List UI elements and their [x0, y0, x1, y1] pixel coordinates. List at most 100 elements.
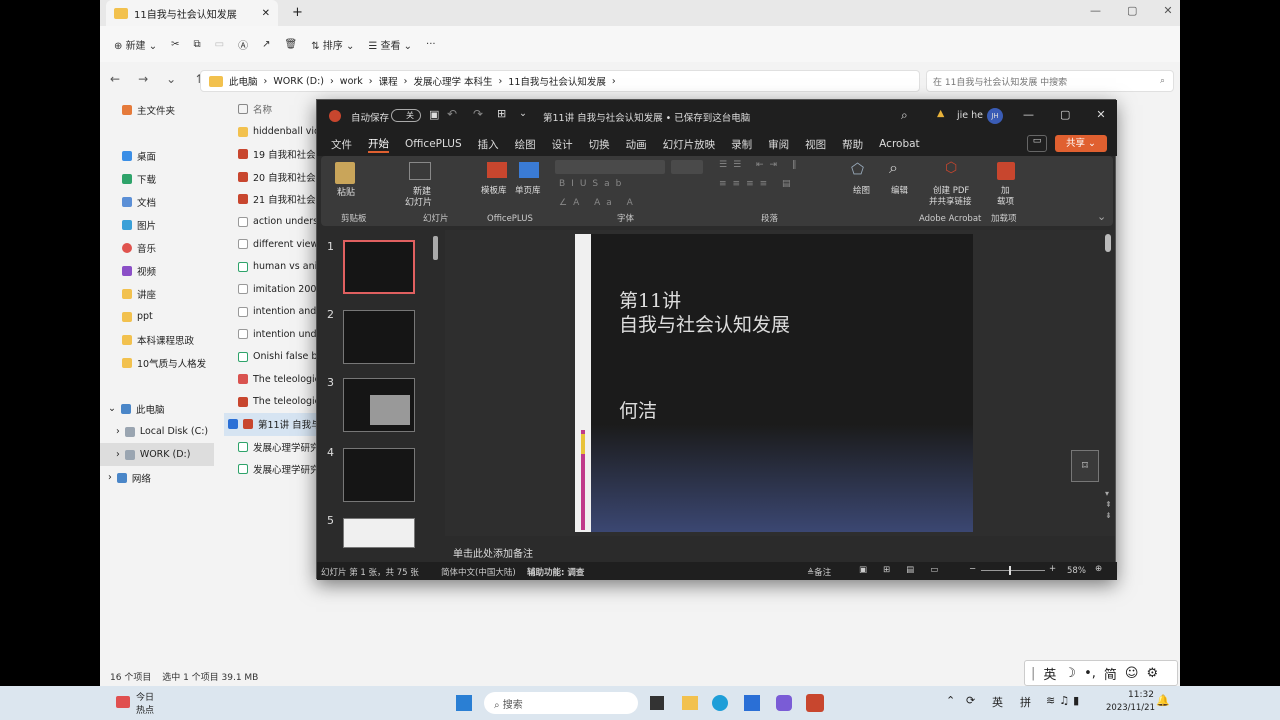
- current-slide[interactable]: 第11讲 自我与社会认知发展 何洁: [575, 234, 973, 532]
- drag-handle[interactable]: |: [1031, 666, 1035, 681]
- tab-transitions[interactable]: 切换: [589, 137, 610, 152]
- zoom-out-icon[interactable]: −: [969, 564, 976, 574]
- nav-temperament[interactable]: 10气质与人格发: [100, 351, 214, 374]
- minimize-icon[interactable]: —: [1023, 108, 1034, 121]
- slide-thumbnail-3[interactable]: [343, 378, 415, 432]
- new-tab-button[interactable]: +: [292, 5, 303, 20]
- create-pdf-icon[interactable]: ⬡: [945, 160, 957, 176]
- list-item[interactable]: different views: [224, 233, 320, 256]
- zoom-level[interactable]: 58%: [1067, 566, 1086, 576]
- document-title[interactable]: 第11讲 自我与社会认知发展 • 已保存到这台电脑: [543, 110, 750, 124]
- font-size-select[interactable]: [671, 160, 703, 174]
- slide-title-line1[interactable]: 第11讲: [619, 286, 681, 313]
- avatar[interactable]: JH: [987, 108, 1003, 124]
- address-bar[interactable]: 此电脑 › WORK (D:) › work › 课程 › 发展心理学 本科生 › 11自…: [200, 70, 920, 92]
- list-item[interactable]: intention and s: [224, 301, 320, 324]
- normal-view-icon[interactable]: ▣: [859, 565, 867, 575]
- list-item[interactable]: The teleologica: [224, 391, 320, 414]
- autosave-toggle[interactable]: 关: [391, 109, 421, 122]
- back-icon[interactable]: ←: [110, 72, 120, 86]
- edit-label[interactable]: 编辑: [891, 184, 908, 196]
- news-label-2[interactable]: 热点: [136, 703, 154, 716]
- store-icon[interactable]: [744, 695, 760, 711]
- search-icon[interactable]: ⌕: [901, 108, 908, 123]
- list-item[interactable]: 发展心理学研究: [224, 436, 320, 459]
- system-tray-icons[interactable]: ≋♫▮: [1046, 694, 1083, 707]
- list-item[interactable]: Onishi false bel: [224, 346, 320, 369]
- tab-help[interactable]: 帮助: [842, 137, 863, 152]
- close-icon[interactable]: ✕: [1096, 108, 1105, 121]
- font-format-buttons[interactable]: BIUSab: [559, 179, 627, 189]
- explorer-tab[interactable]: 11自我与社会认知发展 ✕: [106, 0, 278, 26]
- tab-view[interactable]: 视图: [805, 137, 826, 152]
- accessibility-status[interactable]: 辅助功能: 调查: [527, 566, 584, 578]
- nav-pictures[interactable]: 图片: [100, 213, 214, 236]
- tab-acrobat[interactable]: Acrobat: [879, 138, 920, 150]
- slideshow-icon[interactable]: ▭: [930, 565, 938, 575]
- nav-this-pc[interactable]: ⌄ 此电脑: [100, 397, 214, 420]
- user-name[interactable]: jie he: [957, 110, 983, 121]
- collapse-ribbon-icon[interactable]: ⌄: [1097, 210, 1106, 223]
- slide-title-line2[interactable]: 自我与社会认知发展: [619, 310, 790, 337]
- reading-view-icon[interactable]: ▤: [906, 565, 914, 575]
- emoji-icon[interactable]: ☺: [1125, 666, 1139, 681]
- redo-icon[interactable]: ↷: [473, 107, 483, 121]
- moon-icon[interactable]: ☽: [1064, 666, 1076, 681]
- addins-icon[interactable]: [997, 162, 1015, 180]
- close-icon[interactable]: ✕: [1163, 4, 1172, 17]
- zoom-thumb[interactable]: [1009, 566, 1011, 575]
- nav-music[interactable]: 音乐: [100, 236, 214, 259]
- taskbar-ime-2[interactable]: 拼: [1020, 694, 1031, 710]
- find-icon[interactable]: ⌕: [889, 158, 898, 178]
- slide-author[interactable]: 何洁: [619, 396, 657, 423]
- tab-design[interactable]: 设计: [552, 137, 573, 152]
- tab-record[interactable]: 录制: [731, 137, 752, 152]
- copilot-icon[interactable]: [776, 695, 792, 711]
- cut-icon[interactable]: ✂: [171, 39, 179, 50]
- ime-language[interactable]: 英: [1043, 664, 1056, 683]
- thumbnail-scrollbar[interactable]: [433, 236, 438, 260]
- minimize-icon[interactable]: —: [1090, 4, 1101, 17]
- forward-icon[interactable]: →: [138, 72, 148, 86]
- chevron-right-icon[interactable]: ›: [116, 449, 120, 460]
- qat-dropdown-icon[interactable]: ⌄: [519, 108, 527, 119]
- breadcrumb-0[interactable]: 此电脑: [229, 74, 258, 88]
- delete-icon[interactable]: 🗑: [285, 39, 298, 50]
- clock-date[interactable]: 2023/11/21: [1106, 703, 1155, 713]
- slide-thumbnail-4[interactable]: [343, 448, 415, 502]
- template-icon[interactable]: [487, 162, 507, 178]
- news-icon[interactable]: [116, 696, 130, 708]
- zoom-slider[interactable]: [981, 566, 1045, 575]
- punctuation-icon[interactable]: •,: [1084, 666, 1096, 681]
- scroll-arrows-icon[interactable]: ▾ ⇞ ⇟: [1105, 488, 1112, 521]
- tab-insert[interactable]: 插入: [478, 137, 499, 152]
- slide-scrollbar[interactable]: [1105, 234, 1111, 252]
- taskbar-search[interactable]: ⌕ 搜索: [484, 692, 638, 714]
- list-item[interactable]: 20 自我和社会认: [224, 166, 320, 189]
- start-icon[interactable]: [456, 695, 472, 711]
- edge-icon[interactable]: [712, 695, 728, 711]
- list-item[interactable]: action understa: [224, 211, 320, 234]
- nav-home[interactable]: 主文件夹: [100, 98, 214, 121]
- settings-icon[interactable]: ⚙: [1146, 666, 1158, 681]
- list-item[interactable]: 19 自我和社会认: [224, 143, 320, 166]
- chevron-up-icon[interactable]: ⌃: [946, 694, 955, 707]
- tab-draw[interactable]: 绘图: [515, 137, 536, 152]
- notes-button[interactable]: ≜备注: [807, 566, 831, 578]
- notes-pane[interactable]: 单击此处添加备注: [445, 540, 1115, 560]
- list-buttons[interactable]: ☰☰ ⇤⇥ ‖: [719, 160, 802, 170]
- paste-label[interactable]: 粘贴: [337, 185, 355, 198]
- close-tab-icon[interactable]: ✕: [262, 8, 270, 19]
- new-slide-label-2[interactable]: 幻灯片: [405, 195, 432, 208]
- slide-thumbnail-2[interactable]: [343, 310, 415, 364]
- new-slide-icon[interactable]: [409, 162, 431, 180]
- nav-ppt[interactable]: ppt: [100, 305, 214, 328]
- save-icon[interactable]: ▣: [429, 108, 439, 121]
- chevron-right-icon[interactable]: ›: [116, 426, 120, 437]
- sort-button[interactable]: ⇅ 排序 ⌄: [311, 37, 354, 52]
- sorter-view-icon[interactable]: ⊞: [883, 565, 890, 575]
- chevron-right-icon[interactable]: ›: [108, 472, 112, 483]
- nav-d-drive[interactable]: › WORK (D:): [100, 443, 214, 466]
- nav-desktop[interactable]: 桌面: [100, 144, 214, 167]
- list-item[interactable]: hiddenball vide: [224, 121, 320, 144]
